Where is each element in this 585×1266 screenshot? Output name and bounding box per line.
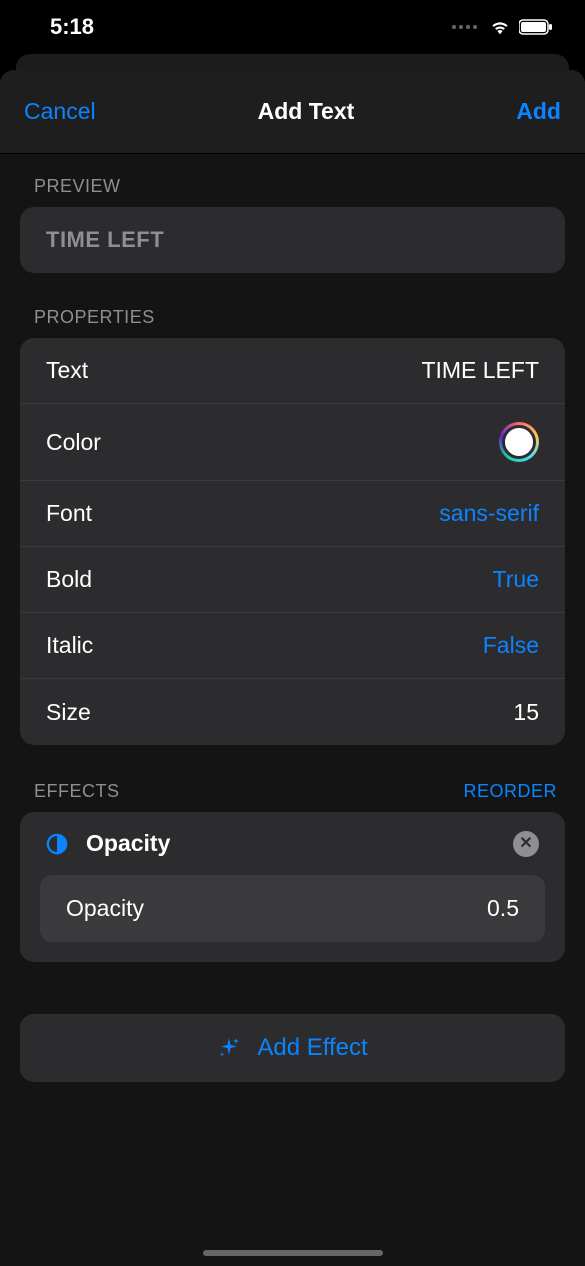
color-swatch-inner: [502, 425, 536, 459]
close-icon: ✕: [519, 836, 532, 852]
add-button[interactable]: Add: [516, 98, 561, 125]
status-indicators: [452, 18, 553, 36]
properties-card: Text TIME LEFT Color Font sans-serif Bol…: [20, 338, 565, 745]
add-text-modal: Cancel Add Text Add PREVIEW TIME LEFT PR…: [0, 70, 585, 1266]
add-effect-label: Add Effect: [257, 1034, 367, 1062]
effect-param-label: Opacity: [66, 895, 144, 922]
preview-label: PREVIEW: [34, 176, 121, 197]
sparkle-icon: [217, 1036, 241, 1060]
cancel-button[interactable]: Cancel: [24, 98, 96, 125]
effects-section-header: EFFECTS REORDER: [0, 745, 585, 812]
property-size-value: 15: [513, 699, 539, 726]
reorder-button[interactable]: REORDER: [463, 781, 557, 802]
effects-label: EFFECTS: [34, 781, 120, 802]
preview-card: TIME LEFT: [20, 207, 565, 273]
property-italic-label: Italic: [46, 632, 93, 659]
effect-header: Opacity ✕: [40, 830, 545, 857]
cellular-dots-icon: [452, 25, 477, 29]
wifi-icon: [489, 18, 511, 36]
remove-effect-button[interactable]: ✕: [513, 831, 539, 857]
property-text-label: Text: [46, 357, 88, 384]
property-row-bold[interactable]: Bold True: [20, 547, 565, 613]
effect-title: Opacity: [86, 830, 170, 857]
effect-param-row[interactable]: Opacity 0.5: [40, 875, 545, 942]
property-size-label: Size: [46, 699, 91, 726]
property-text-value: TIME LEFT: [421, 357, 539, 384]
add-effect-button[interactable]: Add Effect: [20, 1014, 565, 1082]
status-time: 5:18: [50, 14, 94, 40]
home-indicator[interactable]: [203, 1250, 383, 1256]
property-row-size[interactable]: Size 15: [20, 679, 565, 745]
preview-text: TIME LEFT: [46, 227, 539, 253]
preview-section-header: PREVIEW: [0, 154, 585, 207]
color-swatch-icon[interactable]: [499, 422, 539, 462]
property-font-value: sans-serif: [439, 500, 539, 527]
property-color-label: Color: [46, 429, 101, 456]
status-bar: 5:18: [0, 0, 585, 54]
property-row-text[interactable]: Text TIME LEFT: [20, 338, 565, 404]
battery-icon: [519, 19, 553, 35]
property-italic-value: False: [483, 632, 539, 659]
property-row-italic[interactable]: Italic False: [20, 613, 565, 679]
property-row-font[interactable]: Font sans-serif: [20, 481, 565, 547]
property-bold-value: True: [493, 566, 539, 593]
properties-section-header: PROPERTIES: [0, 273, 585, 338]
effect-card-opacity: Opacity ✕ Opacity 0.5: [20, 812, 565, 962]
property-bold-label: Bold: [46, 566, 92, 593]
nav-bar: Cancel Add Text Add: [0, 70, 585, 154]
property-font-label: Font: [46, 500, 92, 527]
properties-label: PROPERTIES: [34, 307, 155, 328]
opacity-icon: [46, 833, 68, 855]
effect-title-wrap: Opacity: [46, 830, 170, 857]
page-title: Add Text: [258, 98, 355, 125]
property-row-color[interactable]: Color: [20, 404, 565, 481]
effect-param-value: 0.5: [487, 895, 519, 922]
